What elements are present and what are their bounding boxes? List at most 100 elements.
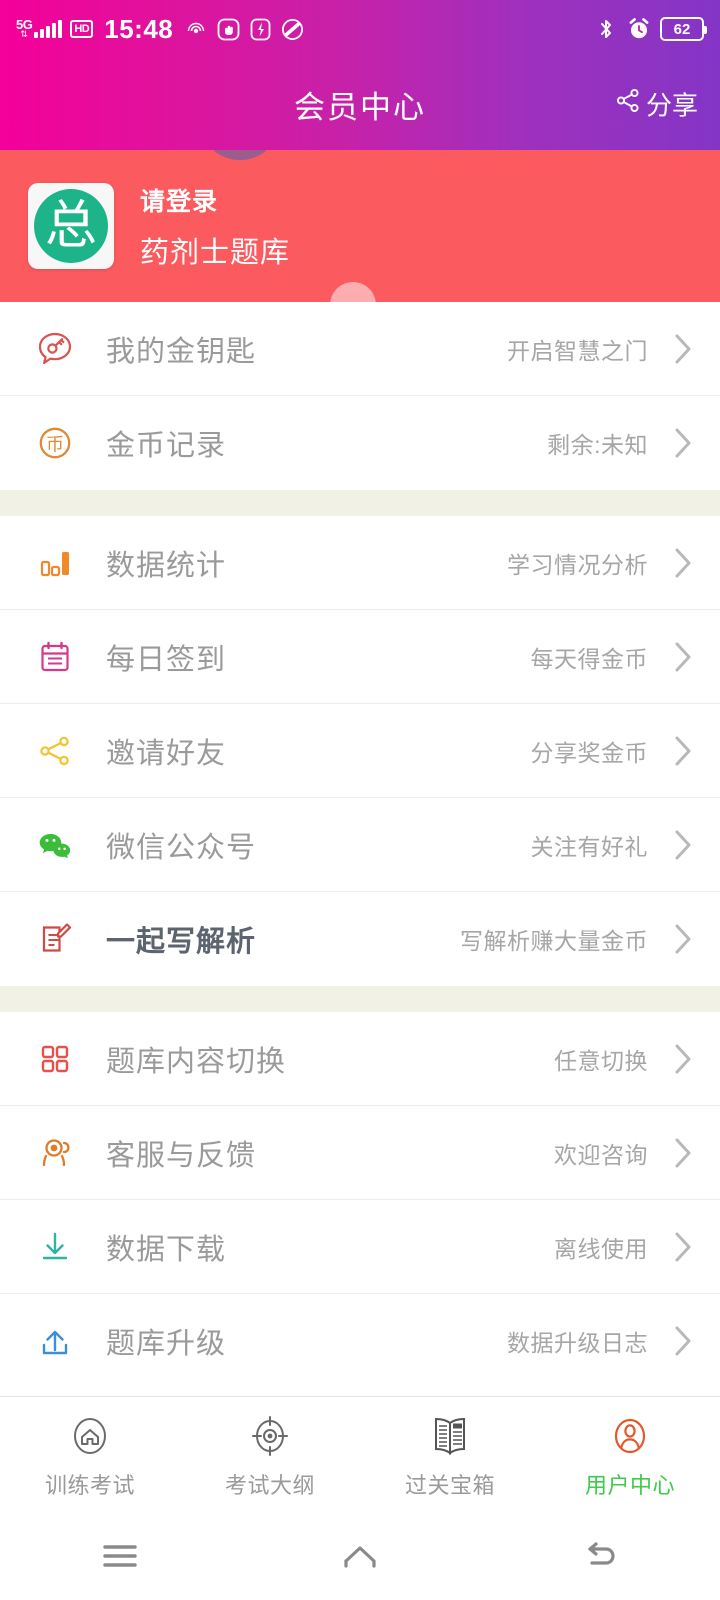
battery-icon: 62 xyxy=(660,17,707,41)
menu-item-label: 一起写解析 xyxy=(106,926,257,958)
menu-item-label: 客服与反馈 xyxy=(106,1139,257,1172)
phone-screen: 5G ⇅ HD 15:48 62 会员中心 分享 总 请登录 药剂士题库 我的金… xyxy=(0,0,720,1600)
menu-item-value: 欢迎咨询 xyxy=(554,1141,648,1168)
menu-item-label: 我的金钥匙 xyxy=(106,335,257,368)
menu-item-question-bank-upgrade[interactable]: 题库升级 数据升级日志 xyxy=(0,1294,720,1388)
menu-item-label: 数据统计 xyxy=(106,549,227,582)
tab-pass-treasure-box[interactable]: 过关宝箱 xyxy=(360,1410,540,1500)
dnd-icon xyxy=(280,17,304,41)
menu-group: 我的金钥匙 开启智慧之门 币 金币记录 剩余:未知 xyxy=(0,302,720,490)
menu-item-value: 开启智慧之门 xyxy=(507,337,648,364)
menu-item-data-statistics[interactable]: 数据统计 学习情况分析 xyxy=(0,516,720,610)
menu-item-value: 离线使用 xyxy=(554,1235,648,1262)
svg-text:币: 币 xyxy=(46,435,64,455)
avatar-glyph: 总 xyxy=(44,197,97,255)
menu-item-label: 微信公众号 xyxy=(106,831,257,864)
menu-item-my-golden-key[interactable]: 我的金钥匙 开启智慧之门 xyxy=(0,302,720,396)
decor-bubble-top xyxy=(205,150,275,160)
chevron-right-icon xyxy=(670,640,696,674)
key-bubble-icon xyxy=(32,326,78,372)
tab-label: 过关宝箱 xyxy=(404,1472,495,1498)
menu-item-value: 每天得金币 xyxy=(530,645,648,672)
signal-bars-icon: 5G ⇅ xyxy=(16,18,63,39)
chevron-right-icon xyxy=(670,1324,696,1358)
menu-item-label: 数据下载 xyxy=(106,1233,227,1266)
edit-note-icon xyxy=(32,916,78,962)
profile-text-block: 请登录 药剂士题库 xyxy=(140,182,290,271)
menu-item-label: 每日签到 xyxy=(106,643,227,676)
menu-item-write-analysis-together[interactable]: 一起写解析 写解析赚大量金币 xyxy=(0,892,720,986)
newspaper-icon xyxy=(424,1410,476,1462)
system-navigation-bar xyxy=(0,1512,720,1600)
chevron-right-icon xyxy=(670,1230,696,1264)
decor-bubble-bottom xyxy=(330,282,376,302)
chevron-right-icon xyxy=(670,922,696,956)
menu-item-label: 金币记录 xyxy=(106,430,227,462)
tab-training-exam[interactable]: 训练考试 xyxy=(0,1410,180,1500)
avatar-circle: 总 xyxy=(34,189,108,263)
menu-item-value: 学习情况分析 xyxy=(507,551,648,578)
status-bar: 5G ⇅ HD 15:48 62 xyxy=(0,0,720,58)
app-name-label: 药剂士题库 xyxy=(140,236,291,269)
page-title: 会员中心 xyxy=(294,89,426,125)
menu-item-value: 关注有好礼 xyxy=(530,833,648,860)
share-icon xyxy=(614,87,642,122)
tab-label: 考试大纲 xyxy=(224,1472,315,1498)
menu-item-question-bank-switch[interactable]: 题库内容切换 任意切换 xyxy=(0,1012,720,1106)
login-prompt[interactable]: 请登录 xyxy=(140,182,290,218)
menu-group: 数据统计 学习情况分析 每日签到 每天得金币 邀请好友 分享奖金币 微信公众号 … xyxy=(0,516,720,986)
tab-label: 训练考试 xyxy=(44,1472,135,1498)
flash-icon xyxy=(248,17,272,41)
menu-item-wechat-official-account[interactable]: 微信公众号 关注有好礼 xyxy=(0,798,720,892)
coin-icon: 币 xyxy=(32,420,78,466)
tab-exam-outline[interactable]: 考试大纲 xyxy=(180,1410,360,1500)
battery-level-label: 62 xyxy=(673,20,691,38)
bar-chart-icon xyxy=(32,540,78,586)
home-nav-icon[interactable] xyxy=(240,1539,480,1573)
calendar-icon xyxy=(32,634,78,680)
tab-user-center[interactable]: 用户中心 xyxy=(540,1410,720,1500)
chevron-right-icon xyxy=(670,1136,696,1170)
chevron-right-icon xyxy=(670,828,696,862)
recents-icon[interactable] xyxy=(0,1539,240,1573)
upload-icon xyxy=(32,1318,78,1364)
menu-item-value: 剩余:未知 xyxy=(547,432,648,458)
menu-group: 题库内容切换 任意切换 客服与反馈 欢迎咨询 数据下载 离线使用 题库升级 数据… xyxy=(0,1012,720,1388)
menu-item-label: 题库内容切换 xyxy=(106,1045,287,1078)
avatar[interactable]: 总 xyxy=(28,183,114,269)
download-icon xyxy=(32,1224,78,1270)
menu-item-label: 题库升级 xyxy=(106,1328,227,1360)
menu-item-daily-checkin[interactable]: 每日签到 每天得金币 xyxy=(0,610,720,704)
menu-item-data-download[interactable]: 数据下载 离线使用 xyxy=(0,1200,720,1294)
gesture-icon xyxy=(216,17,240,41)
hotspot-icon xyxy=(184,17,208,41)
menu-item-value: 任意切换 xyxy=(554,1047,648,1074)
back-icon[interactable] xyxy=(480,1539,720,1573)
menu-item-support-feedback[interactable]: 客服与反馈 欢迎咨询 xyxy=(0,1106,720,1200)
chevron-right-icon xyxy=(670,426,696,460)
chevron-right-icon xyxy=(670,1042,696,1076)
menu-item-value: 写解析赚大量金币 xyxy=(460,928,648,954)
tab-label: 用户中心 xyxy=(584,1472,675,1498)
menu-item-label: 邀请好友 xyxy=(106,737,227,770)
app-title-bar: 会员中心 分享 xyxy=(0,58,720,150)
menu-item-invite-friends[interactable]: 邀请好友 分享奖金币 xyxy=(0,704,720,798)
alarm-icon xyxy=(627,17,651,41)
bluetooth-icon xyxy=(594,17,618,41)
share-label: 分享 xyxy=(645,90,698,121)
menu-item-value: 分享奖金币 xyxy=(530,739,648,766)
status-bar-left: 5G ⇅ HD 15:48 xyxy=(16,14,304,45)
grid-icon xyxy=(32,1036,78,1082)
chevron-right-icon xyxy=(670,734,696,768)
user-icon xyxy=(605,1410,655,1462)
share-button[interactable]: 分享 xyxy=(614,86,698,123)
status-bar-right: 62 xyxy=(594,17,707,41)
menu-item-value: 数据升级日志 xyxy=(507,1330,648,1356)
menu-item-coin-record[interactable]: 币 金币记录 剩余:未知 xyxy=(0,396,720,490)
status-bar-clock: 15:48 xyxy=(104,13,174,44)
group-separator xyxy=(0,490,720,516)
chevron-right-icon xyxy=(670,332,696,366)
wechat-icon xyxy=(32,822,78,868)
bottom-tab-bar: 训练考试 考试大纲 过关宝箱 用户中心 xyxy=(0,1396,720,1512)
profile-header[interactable]: 总 请登录 药剂士题库 xyxy=(0,150,720,302)
